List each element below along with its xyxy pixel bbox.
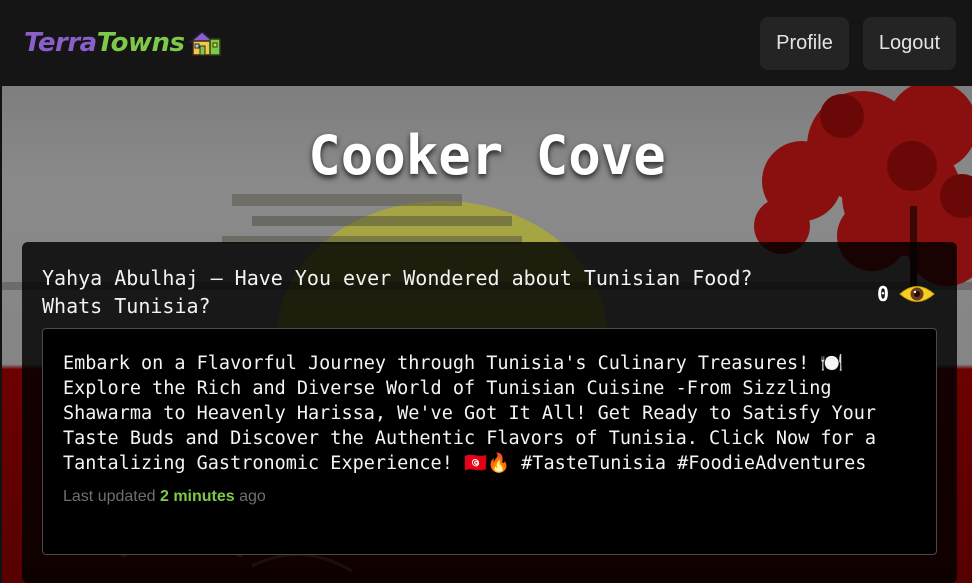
eye-icon bbox=[899, 286, 935, 302]
view-count: 0 bbox=[876, 282, 889, 306]
page-title: Cooker Cove bbox=[308, 124, 666, 187]
profile-button[interactable]: Profile bbox=[760, 16, 849, 70]
post-content: Embark on a Flavorful Journey through Tu… bbox=[63, 353, 877, 474]
house-icon bbox=[188, 31, 222, 56]
post-header: Yahya Abulhaj — Have You ever Wondered a… bbox=[42, 264, 822, 320]
last-updated-value: 2 minutes bbox=[159, 488, 235, 505]
terratowns-logo[interactable]: TerraTowns bbox=[24, 29, 222, 57]
logout-button[interactable]: Logout bbox=[862, 16, 956, 70]
nav-actions: Profile Logout bbox=[760, 16, 956, 70]
logo-text: TerraTowns bbox=[24, 28, 185, 58]
post-card: Yahya Abulhaj — Have You ever Wondered a… bbox=[22, 242, 957, 583]
logo-towns: Towns bbox=[96, 28, 185, 58]
last-updated-prefix: Last updated bbox=[63, 488, 156, 505]
last-updated: Last updated 2 minutes ago bbox=[63, 488, 916, 506]
view-counter: 0 bbox=[877, 282, 935, 306]
last-updated-suffix: ago bbox=[239, 488, 266, 505]
post-title[interactable]: Yahya Abulhaj — Have You ever Wondered a… bbox=[42, 264, 822, 320]
post-content-box: Embark on a Flavorful Journey through Tu… bbox=[42, 328, 937, 555]
logo-terra: Terra bbox=[24, 28, 97, 58]
top-navbar: TerraTowns Profile Logout bbox=[0, 0, 972, 86]
